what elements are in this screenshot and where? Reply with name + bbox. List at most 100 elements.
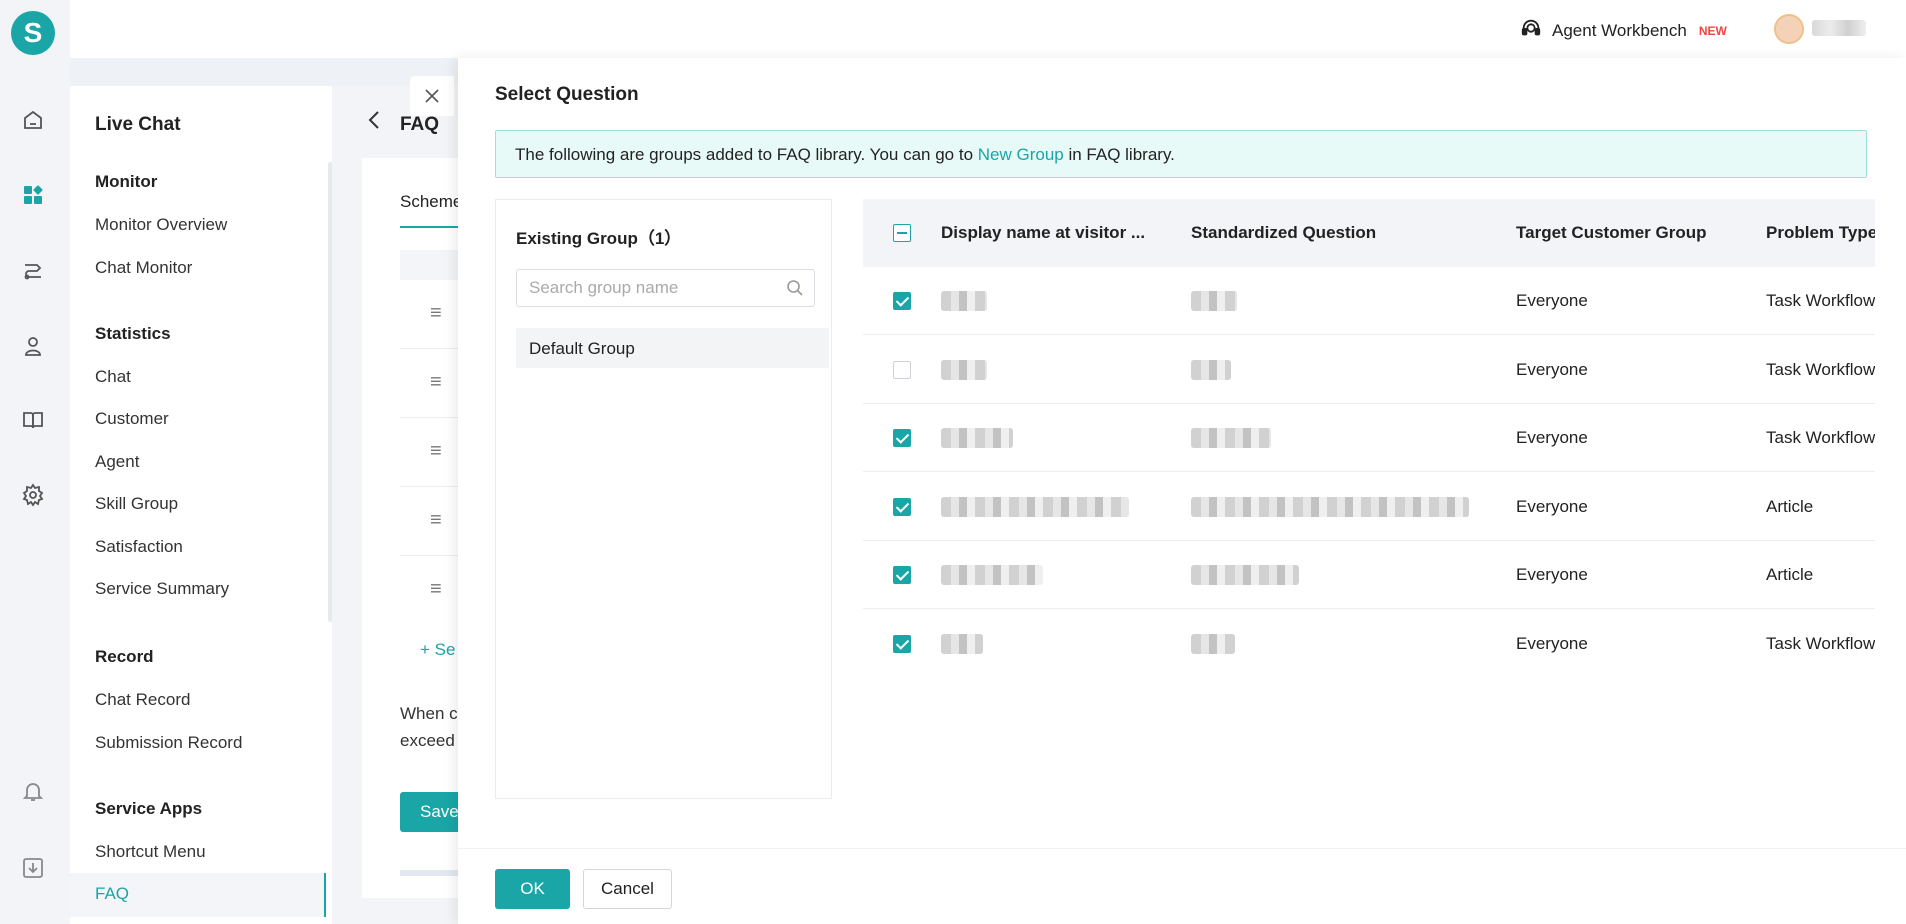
gear-icon[interactable] [20, 482, 46, 508]
problem-type-cell: Task Workflow [1766, 291, 1875, 310]
nav-item-chat[interactable]: Chat [95, 367, 131, 387]
display-name-redacted [941, 565, 1043, 585]
group-item-default[interactable]: Default Group [516, 328, 829, 368]
drag-handle-icon[interactable]: ≡ [430, 578, 442, 601]
tab-active-indicator [400, 226, 462, 228]
target-group-cell: Everyone [1516, 497, 1588, 516]
problem-type-cell: Article [1766, 497, 1814, 516]
cancel-button[interactable]: Cancel [583, 869, 672, 909]
faq-page-title: FAQ [400, 114, 440, 135]
nav-item-faq[interactable]: FAQ [95, 884, 129, 904]
row-checkbox[interactable] [893, 292, 911, 310]
problem-type-cell: Task Workflow [1766, 428, 1875, 447]
target-group-cell: Everyone [1516, 565, 1588, 584]
back-icon[interactable] [365, 108, 385, 139]
save-button[interactable]: Save [400, 792, 462, 832]
drag-handle-icon[interactable]: ≡ [430, 371, 442, 394]
existing-group-title: Existing Group（1） [516, 229, 682, 248]
icon-rail: S [0, 0, 70, 924]
table-row[interactable]: Everyone Task Workflow [863, 336, 1875, 404]
column-header-standardized-question[interactable]: Standardized Question [1191, 223, 1376, 243]
group-panel: Existing Group（1） Default Group [495, 199, 832, 799]
drawer-title: Select Question [495, 84, 639, 105]
new-badge: NEW [1698, 23, 1727, 38]
nav-item-service-summary[interactable]: Service Summary [95, 579, 229, 599]
nav-item-chat-monitor[interactable]: Chat Monitor [95, 258, 192, 278]
top-bar: Agent Workbench NEW [70, 0, 1906, 58]
home-icon[interactable] [20, 107, 46, 133]
nav-title: Live Chat [95, 114, 181, 135]
add-scheme-button[interactable]: + Se [420, 640, 455, 660]
nav-item-chat-record[interactable]: Chat Record [95, 690, 190, 710]
search-icon[interactable] [786, 279, 804, 297]
row-checkbox[interactable] [893, 635, 911, 653]
scheme-hint-line2: exceed [400, 731, 455, 750]
row-checkbox[interactable] [893, 429, 911, 447]
row-checkbox[interactable] [893, 566, 911, 584]
table-row[interactable]: Everyone Article [863, 473, 1875, 541]
agent-icon[interactable] [20, 333, 46, 359]
row-divider [400, 555, 462, 556]
nav-item-agent[interactable]: Agent [95, 452, 139, 472]
display-name-redacted [941, 497, 1129, 517]
new-group-link[interactable]: New Group [978, 145, 1064, 164]
question-redacted [1191, 634, 1235, 654]
problem-type-cell: Task Workflow [1766, 360, 1875, 379]
display-name-redacted [941, 634, 983, 654]
question-redacted [1191, 291, 1237, 311]
headset-icon [1520, 17, 1542, 44]
target-group-cell: Everyone [1516, 360, 1588, 379]
group-search-input[interactable] [516, 269, 815, 307]
notice-text-suffix: in FAQ library. [1063, 145, 1175, 164]
drag-handle-icon[interactable]: ≡ [430, 509, 442, 532]
nav-item-skill-group[interactable]: Skill Group [95, 494, 178, 514]
display-name-redacted [941, 428, 1013, 448]
table-header: Display name at visitor ... Standardized… [863, 199, 1875, 267]
row-divider [400, 486, 462, 487]
nav-item-customer[interactable]: Customer [95, 409, 169, 429]
scheme-hint-line1: When c [400, 704, 458, 723]
row-checkbox[interactable] [893, 498, 911, 516]
column-header-problem-type[interactable]: Problem Type [1766, 223, 1875, 243]
table-row[interactable]: Everyone Task Workflow [863, 610, 1875, 675]
table-row[interactable]: Everyone Task Workflow [863, 404, 1875, 472]
question-table: Display name at visitor ... Standardized… [863, 199, 1875, 675]
book-icon[interactable] [20, 407, 46, 433]
question-redacted [1191, 565, 1299, 585]
user-menu[interactable] [1812, 20, 1866, 36]
side-nav: Live Chat Monitor Monitor Overview Chat … [70, 86, 333, 924]
table-row[interactable]: Everyone Article [863, 541, 1875, 609]
avatar[interactable] [1774, 14, 1804, 44]
drag-handle-icon[interactable]: ≡ [430, 440, 442, 463]
select-all-checkbox[interactable] [893, 224, 911, 242]
ok-button[interactable]: OK [495, 869, 570, 909]
target-group-cell: Everyone [1516, 428, 1588, 447]
bell-icon[interactable] [20, 778, 46, 804]
page-scrollbar[interactable] [400, 870, 462, 876]
close-icon[interactable] [410, 76, 454, 116]
row-divider [400, 348, 462, 349]
tab-scheme[interactable]: Scheme [400, 192, 462, 212]
routing-icon[interactable] [20, 258, 46, 284]
column-header-target-customer-group[interactable]: Target Customer Group [1516, 223, 1706, 243]
nav-section-record: Record [95, 647, 154, 666]
nav-item-shortcut-menu[interactable]: Shortcut Menu [95, 842, 206, 862]
nav-item-submission-record[interactable]: Submission Record [95, 733, 242, 753]
nav-item-monitor-overview[interactable]: Monitor Overview [95, 215, 227, 235]
table-row[interactable]: Everyone Task Workflow [863, 267, 1875, 335]
nav-item-satisfaction[interactable]: Satisfaction [95, 537, 183, 557]
select-question-drawer: Select Question The following are groups… [458, 58, 1906, 924]
column-header-display-name[interactable]: Display name at visitor ... [941, 223, 1145, 243]
app-logo[interactable]: S [11, 11, 55, 55]
agent-workbench-link[interactable]: Agent Workbench NEW [1520, 17, 1727, 44]
question-redacted [1191, 497, 1469, 517]
nav-section-statistics: Statistics [95, 324, 171, 343]
target-group-cell: Everyone [1516, 291, 1588, 310]
drag-handle-icon[interactable]: ≡ [430, 302, 442, 325]
apps-icon[interactable] [20, 182, 46, 208]
row-checkbox[interactable] [893, 361, 911, 379]
display-name-redacted [941, 360, 987, 380]
problem-type-cell: Task Workflow [1766, 634, 1875, 653]
download-icon[interactable] [20, 855, 46, 881]
agent-workbench-label: Agent Workbench [1552, 20, 1687, 40]
